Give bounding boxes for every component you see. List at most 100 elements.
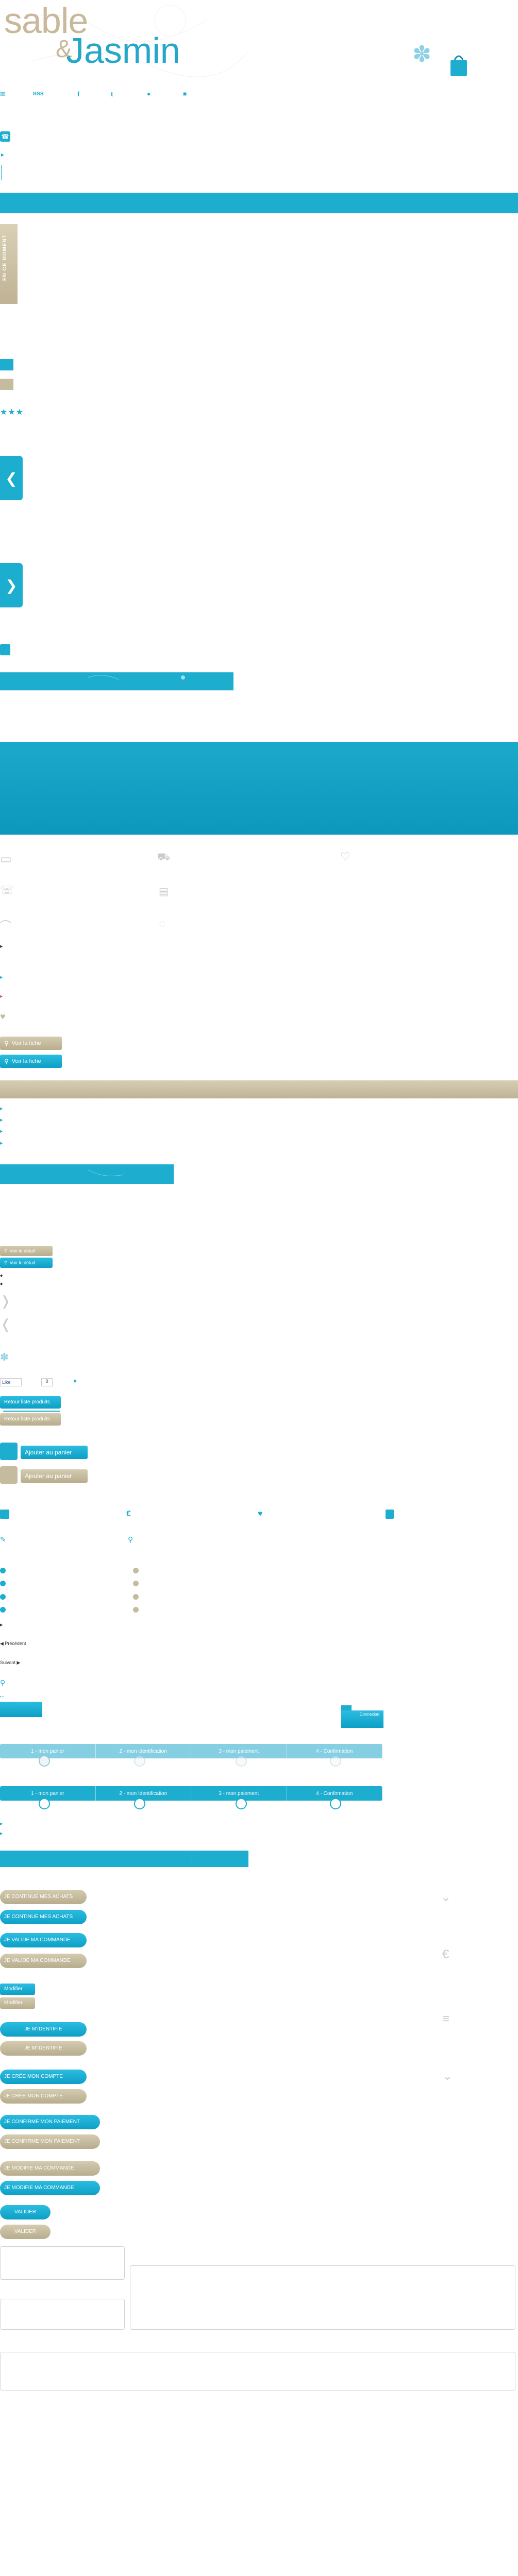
- small-teal-button-left[interactable]: [0, 1702, 42, 1717]
- modify-order-button-beige[interactable]: JE MODIFIE MA COMMANDE: [0, 2161, 100, 2176]
- view-detail-button-beige[interactable]: ⚲ Voir le détail: [0, 1246, 53, 1256]
- view-detail-button-teal[interactable]: ⚲ Voir le détail: [0, 1258, 53, 1268]
- submit-button-teal[interactable]: VALIDER: [0, 2205, 51, 2219]
- validate-order-button-beige[interactable]: JE VALIDE MA COMMANDE: [0, 1954, 87, 1968]
- view-product-button-teal[interactable]: ⚲ Voir la fiche: [0, 1055, 62, 1068]
- rss-icon[interactable]: RSS: [33, 91, 44, 97]
- confirm-payment-button-teal[interactable]: JE CONFIRME MON PAIEMENT: [0, 2115, 100, 2129]
- map-pin-icon: ⚲: [128, 1535, 133, 1544]
- logo-text-jasmin: Jasmin: [66, 30, 180, 71]
- chevron-left-outline-icon: ❬: [0, 1316, 11, 1332]
- phone-icon: ☎: [0, 131, 10, 142]
- step-bullet-beige-1: [133, 1568, 139, 1573]
- arrow-small-icon: ▶: [1, 152, 5, 157]
- pen-icon: ✎: [0, 1535, 6, 1544]
- modify-button-beige[interactable]: Modifier: [0, 1997, 35, 2009]
- mail-icon[interactable]: ✉: [0, 90, 6, 98]
- heart-icon: ♥: [0, 1011, 6, 1022]
- next-link[interactable]: Suivant ▶: [0, 1660, 20, 1666]
- step-circle-cart: [39, 1755, 50, 1767]
- modify-button-teal[interactable]: Modifier: [0, 1984, 35, 1995]
- continue-shopping-button-beige[interactable]: JE CONTINUE MES ACHATS: [0, 1890, 87, 1904]
- carousel-prev-button[interactable]: ❮: [0, 456, 23, 500]
- form-panel-left-bottom: [0, 2299, 125, 2330]
- confirm-payment-button-beige[interactable]: JE CONFIRME MON PAIEMENT: [0, 2134, 100, 2149]
- beige-swatch: [0, 379, 13, 390]
- view-product-label: Voir la fiche: [11, 1058, 41, 1064]
- continue-shopping-button-teal[interactable]: JE CONTINUE MES ACHATS: [0, 1910, 87, 1924]
- form-panel-right: [130, 2265, 515, 2330]
- bullet-black-3: ▶: [0, 1623, 3, 1627]
- identify-label: JE M'IDENTIFIE: [24, 2026, 62, 2032]
- banner-strip: [0, 193, 518, 213]
- back-label: Retour liste produits: [4, 1416, 50, 1422]
- magnifier-icon: ⚲: [4, 1058, 9, 1065]
- add-to-cart-button-teal[interactable]: Ajouter au panier: [21, 1446, 88, 1459]
- confirm-label: JE CONFIRME MON PAIEMENT: [4, 2139, 80, 2144]
- cart-table-header: [0, 1851, 248, 1867]
- euro-outline-icon: €: [442, 1947, 449, 1961]
- step-circle-id: [134, 1755, 145, 1767]
- heart-outline-icon: ♡: [340, 850, 350, 863]
- form-panel-left-top: [0, 2246, 125, 2280]
- back-underline: [3, 1411, 60, 1412]
- validate-order-button-teal[interactable]: JE VALIDE MA COMMANDE: [0, 1933, 87, 1947]
- add-to-cart-row-teal[interactable]: Ajouter au panier: [0, 1443, 88, 1461]
- bullet-teal-1: ▶: [0, 1107, 3, 1111]
- modify-label: Modifier: [4, 2000, 23, 2006]
- create-label: JE CRÉE MON COMPTE: [4, 2093, 63, 2099]
- create-account-button-teal[interactable]: JE CRÉE MON COMPTE: [0, 2070, 87, 2084]
- submit-button-beige[interactable]: VALIDER: [0, 2225, 51, 2239]
- user-small-icon[interactable]: ●: [73, 1377, 77, 1384]
- step-2: 2 - mon Identification: [96, 1786, 191, 1801]
- step-circle-confirm: [330, 1755, 341, 1767]
- create-account-button-beige[interactable]: JE CRÉE MON COMPTE: [0, 2089, 87, 2104]
- add-to-cart-button-beige[interactable]: Ajouter au panier: [21, 1469, 88, 1483]
- add-to-cart-label: Ajouter au panier: [25, 1449, 72, 1456]
- heart-teal-icon: ♥: [258, 1510, 263, 1518]
- step-bullet-beige-2: [133, 1581, 139, 1586]
- gift-icon: [0, 1510, 9, 1519]
- identify-button-beige[interactable]: JE M'IDENTIFIE: [0, 2041, 87, 2056]
- teal-swatch: [0, 359, 13, 370]
- bullet-teal-4: ▶: [0, 1142, 3, 1145]
- bullet-dot-red: ▶: [0, 995, 3, 998]
- shopping-bag-icon[interactable]: [447, 53, 470, 77]
- step-circle-pay: [236, 1755, 247, 1767]
- menu-outline-icon: ≡: [442, 2012, 450, 2026]
- previous-link[interactable]: ◀ Précédent: [0, 1641, 26, 1647]
- user-icon[interactable]: ●: [147, 90, 151, 97]
- carousel-next-button[interactable]: ❯: [0, 563, 23, 607]
- bag-icon: [0, 1443, 18, 1460]
- identify-button-teal[interactable]: JE M'IDENTIFIE: [0, 2022, 87, 2037]
- bullet-teal-3: ▶: [0, 1130, 3, 1133]
- continue-label: JE CONTINUE MES ACHATS: [4, 1894, 73, 1900]
- lock-icon[interactable]: ■: [183, 90, 187, 97]
- leaf-outline-icon: ⌒: [0, 920, 12, 933]
- magnifier-icon: ⚲: [4, 1040, 9, 1047]
- modify-order-button-teal[interactable]: JE MODIFIE MA COMMANDE: [0, 2181, 100, 2195]
- twitter-icon[interactable]: t: [111, 90, 113, 98]
- order-steps: 1 - mon panier 2 - mon Identification 3 …: [0, 1786, 382, 1801]
- logo[interactable]: sable & Jasmin: [4, 1, 221, 75]
- facebook-icon[interactable]: f: [77, 90, 79, 98]
- add-to-cart-row-beige[interactable]: Ajouter au panier: [0, 1466, 88, 1485]
- bullet-dot-teal: ▶: [0, 976, 3, 979]
- bullet-teal-2: ▶: [0, 1118, 3, 1122]
- step-icon-id: [134, 1798, 145, 1809]
- step-bullet-teal-2: [0, 1581, 6, 1586]
- connexion-button[interactable]: Connexion: [341, 1710, 383, 1728]
- back-to-list-button-teal[interactable]: Retour liste produits: [0, 1396, 61, 1409]
- back-to-list-button-beige[interactable]: Retour liste produits: [0, 1413, 61, 1426]
- beige-divider-bar: [0, 1080, 518, 1098]
- view-detail-label: Voir le détail: [9, 1248, 35, 1253]
- view-product-button-beige[interactable]: ⚲ Voir la fiche: [0, 1037, 62, 1050]
- chevron-left-icon: ❮: [5, 470, 18, 486]
- search-icon[interactable]: ⚲: [0, 1679, 5, 1687]
- ribbon-en-ce-moment: EN CE MOMENT: [0, 224, 18, 304]
- newsletter-panel: [0, 672, 233, 690]
- card-outline-icon: ▤: [159, 886, 169, 897]
- euro-icon: €: [126, 1510, 131, 1518]
- facebook-like-button[interactable]: Like: [0, 1378, 22, 1386]
- step-bullet-teal-1: [0, 1568, 6, 1573]
